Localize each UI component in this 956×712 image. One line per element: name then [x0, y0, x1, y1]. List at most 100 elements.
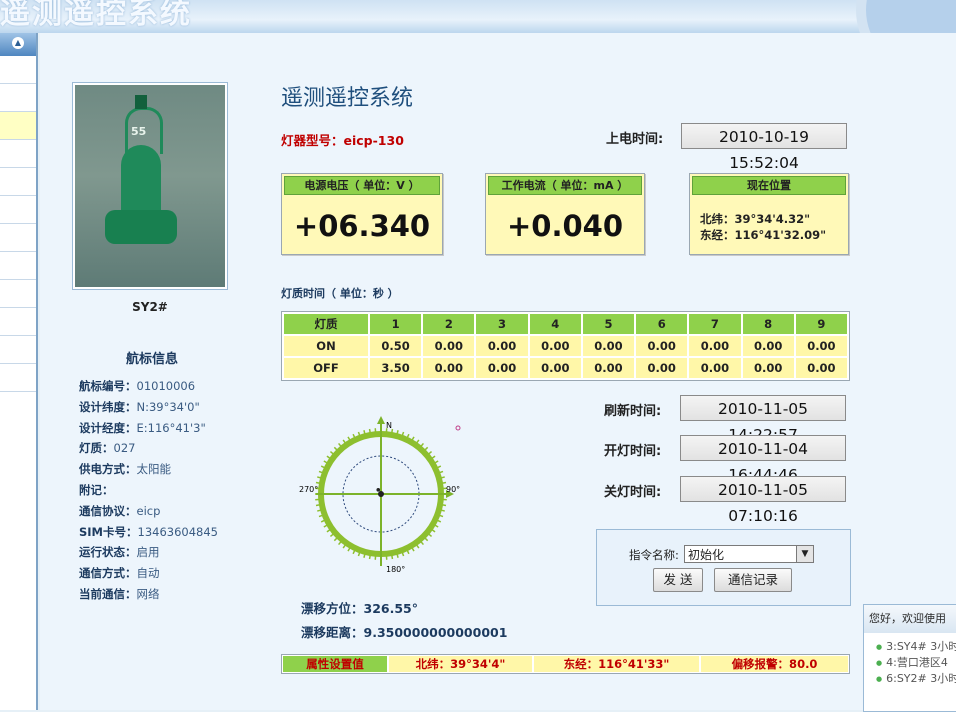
info-row: 当前通信：网络 [79, 586, 160, 601]
buoy-base [105, 210, 177, 244]
info-row: 供电方式：太阳能 [79, 462, 171, 477]
table-header: 3 [476, 314, 528, 334]
page-title: 遥测遥控系统 [281, 86, 414, 111]
attribute-settings-bar: 属性设置值 北纬：39°34'4" 东经：116°41'33" 偏移报警：80.… [281, 654, 850, 674]
refresh-time-field: 2010-11-05 14:22:57 [680, 395, 846, 444]
sidebar-row[interactable] [0, 196, 36, 224]
voltage-panel: 电源电压（ 单位：V ） +06.340 [281, 173, 443, 255]
comm-log-button[interactable]: 通信记录 [714, 568, 792, 592]
light-off-time-label: 关灯时间: [604, 485, 662, 500]
notice-header: 您好，欢迎使用 [864, 605, 956, 633]
current-label: 工作电流（ 单位：mA ） [488, 176, 642, 195]
attr-lon: 东经：116°41'33" [534, 656, 699, 672]
buoy-number: 55 [131, 125, 147, 138]
command-selected-value: 初始化 [688, 548, 725, 562]
light-on-time-field: 2010-11-04 16:44:46 [680, 435, 846, 484]
table-cell: 3.50 [370, 358, 422, 378]
refresh-time-label: 刷新时间: [604, 404, 662, 419]
compass-n-label: N [386, 421, 392, 430]
sidebar-row[interactable] [0, 364, 36, 392]
table-cell: 0.00 [423, 336, 475, 356]
table-cell: 0.00 [423, 358, 475, 378]
table-header: 2 [423, 314, 475, 334]
marker-icon [455, 425, 461, 431]
attr-label: 属性设置值 [283, 656, 387, 672]
command-select[interactable]: 初始化 ▼ [684, 545, 814, 563]
table-cell: 0.00 [529, 358, 581, 378]
buoy-lamp [135, 95, 147, 109]
info-title: 航标信息 [125, 352, 178, 367]
compass-s-label: 180° [386, 565, 405, 574]
sidebar-row[interactable] [0, 140, 36, 168]
notice-item[interactable]: 4:营口港区4 [876, 655, 956, 671]
table-header-row: 灯质 1 2 3 4 5 6 7 8 9 [284, 314, 847, 334]
table-header: 4 [529, 314, 581, 334]
table-header: 7 [689, 314, 741, 334]
north-arrow-icon [377, 416, 385, 424]
current-value: +0.040 [506, 209, 624, 243]
info-row: 通信协议：eicp [79, 503, 161, 518]
attr-alarm: 偏移报警：80.0 [701, 656, 848, 672]
light-time-label: 灯质时间（ 单位：秒 ） [281, 287, 399, 300]
info-row: 设计经度：E:116°41'3" [79, 420, 206, 435]
banner-title: 遥测遥控系统 [0, 0, 192, 31]
table-row: ON 0.50 0.00 0.00 0.00 0.00 0.00 0.00 0.… [284, 336, 847, 356]
sidebar-row[interactable] [0, 224, 36, 252]
buoy-photo: 55 [72, 82, 228, 290]
light-time-table: 灯质 1 2 3 4 5 6 7 8 9 ON 0.50 0.00 0.00 0… [281, 311, 850, 381]
table-header: 灯质 [284, 314, 368, 334]
buoy-body [121, 145, 161, 219]
table-cell: 0.00 [742, 358, 794, 378]
sidebar-row[interactable] [0, 168, 36, 196]
collapse-icon[interactable]: ▲ [12, 37, 24, 49]
table-header: 5 [582, 314, 635, 334]
lamp-model: 灯器型号：eicp-130 [281, 133, 404, 148]
table-cell: 0.00 [636, 358, 688, 378]
voltage-label: 电源电压（ 单位：V ） [284, 176, 440, 195]
table-cell: 0.00 [795, 336, 847, 356]
table-cell: 0.00 [795, 358, 847, 378]
position-lat: 北纬：39°34'4.32" [700, 212, 811, 226]
notice-item[interactable]: 3:SY4# 3小时 [876, 639, 956, 655]
power-on-label: 上电时间: [606, 132, 664, 147]
light-on-time-label: 开灯时间: [604, 444, 662, 459]
sidebar-row[interactable] [0, 336, 36, 364]
table-cell: 0.00 [476, 336, 528, 356]
left-sidebar: ▲ [0, 33, 38, 710]
attr-lat: 北纬：39°34'4" [389, 656, 532, 672]
info-row: 设计纬度：N:39°34'0" [79, 399, 200, 414]
info-row: 附记： [79, 482, 114, 497]
welcome-notice-panel: 您好，欢迎使用 3:SY4# 3小时 4:营口港区4 6:SY2# 3小时 [863, 604, 956, 712]
sidebar-row[interactable] [0, 84, 36, 112]
table-cell: ON [284, 336, 368, 356]
sidebar-row[interactable] [0, 280, 36, 308]
top-banner: 遥测遥控系统 [0, 0, 956, 33]
table-header: 1 [370, 314, 422, 334]
table-cell: OFF [284, 358, 368, 378]
sidebar-row-selected[interactable] [0, 112, 36, 140]
sidebar-header: ▲ [0, 33, 36, 56]
info-row: 灯质：027 [79, 441, 136, 456]
notice-item[interactable]: 6:SY2# 3小时 [876, 671, 956, 687]
table-row: OFF 3.50 0.00 0.00 0.00 0.00 0.00 0.00 0… [284, 358, 847, 378]
drift-bearing: 漂移方位：326.55° [301, 601, 419, 616]
chevron-down-icon[interactable]: ▼ [796, 546, 813, 562]
info-row: 航标编号：01010006 [79, 379, 196, 393]
position-lon: 东经：116°41'32.09" [700, 228, 827, 242]
info-row: 通信方式：自动 [79, 566, 160, 581]
sidebar-row[interactable] [0, 252, 36, 280]
table-header: 6 [636, 314, 688, 334]
info-list: 航标编号：01010006 设计纬度：N:39°34'0" 设计经度：E:116… [79, 376, 218, 605]
send-button[interactable]: 发 送 [653, 568, 703, 592]
power-on-time-field: 2010-10-19 15:52:04 [681, 123, 847, 172]
buoy-caption: SY2# [132, 300, 168, 314]
table-header: 8 [742, 314, 794, 334]
table-cell: 0.00 [689, 358, 741, 378]
table-header: 9 [795, 314, 847, 334]
sidebar-row[interactable] [0, 56, 36, 84]
table-cell: 0.00 [476, 358, 528, 378]
table-cell: 0.00 [582, 358, 635, 378]
command-panel: 指令名称: 初始化 ▼ 发 送 通信记录 [596, 529, 851, 606]
sidebar-row[interactable] [0, 308, 36, 336]
position-panel: 现在位置 北纬：39°34'4.32" 东经：116°41'32.09" [689, 173, 849, 255]
